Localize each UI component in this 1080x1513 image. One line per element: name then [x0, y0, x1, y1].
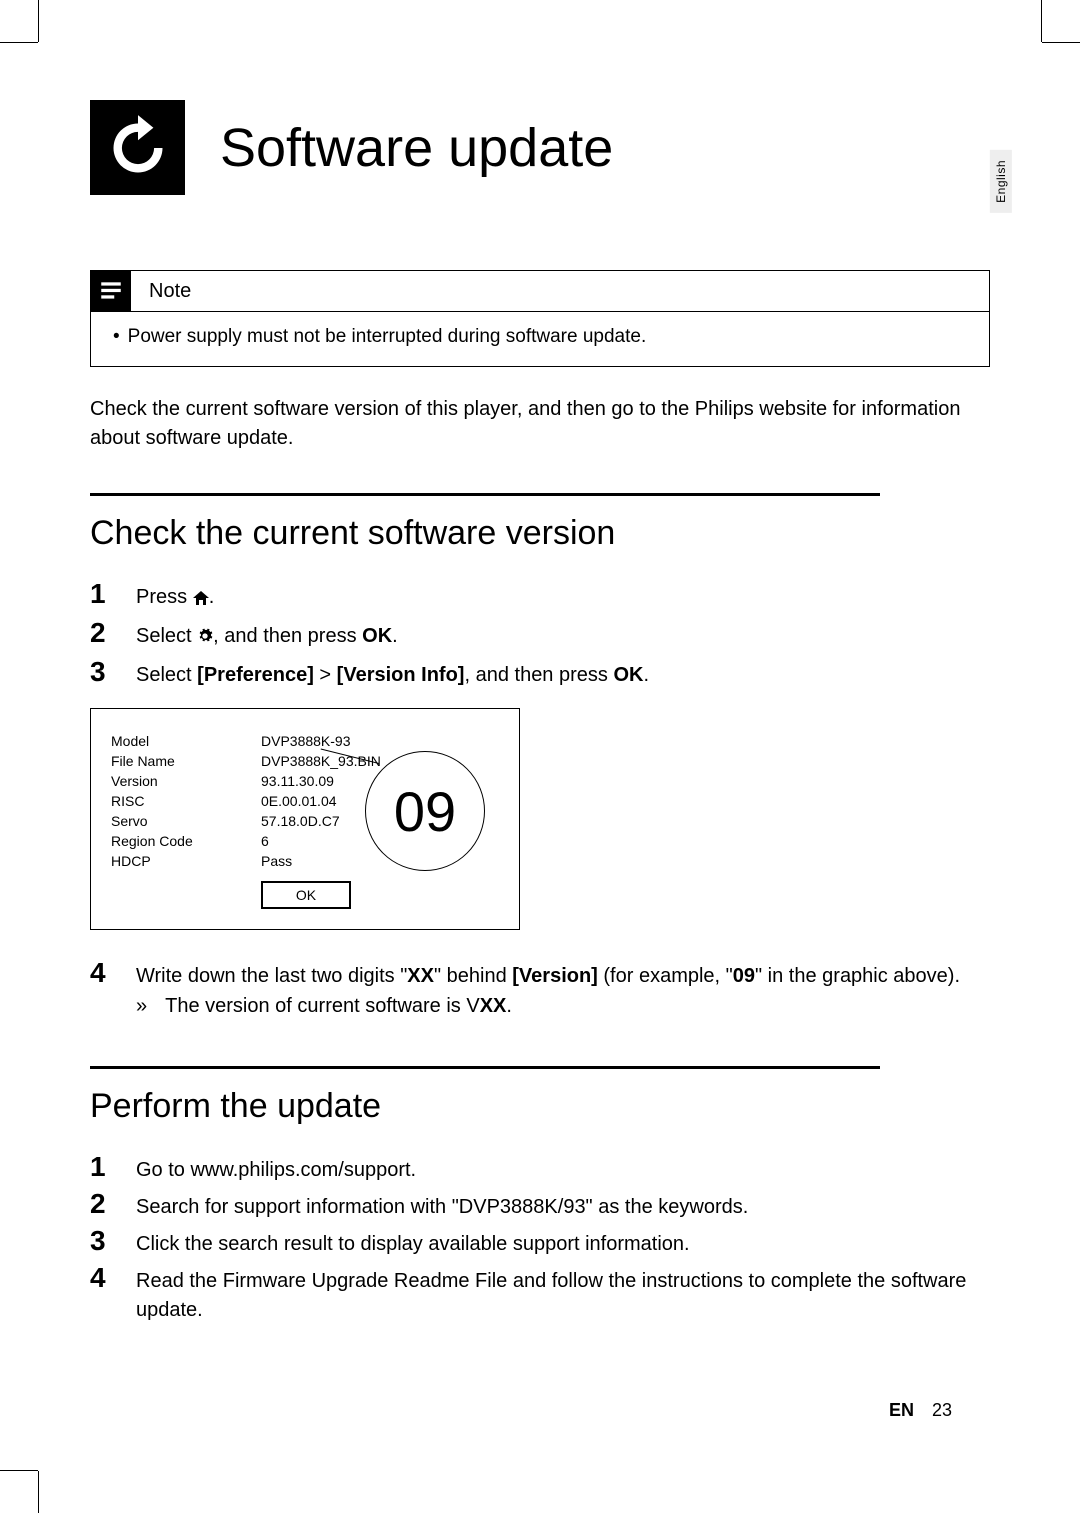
step-text: Go to www.philips.com/support. — [136, 1152, 416, 1185]
ok-button-illustration: OK — [261, 881, 351, 909]
xx-placeholder: XX — [407, 965, 434, 987]
kv-label: Region Code — [111, 833, 261, 849]
section-title-perform-update: Perform the update — [90, 1087, 990, 1126]
step-text: . — [392, 625, 398, 647]
note-body-text: Power supply must not be interrupted dur… — [128, 326, 647, 347]
step-number: 3 — [90, 1226, 114, 1257]
kv-label: RISC — [111, 793, 261, 809]
step-number: 4 — [90, 958, 114, 989]
step-text: (for example, " — [598, 965, 733, 987]
step-text: Select — [136, 664, 197, 686]
section-divider — [90, 1066, 880, 1069]
kv-label: HDCP — [111, 853, 261, 869]
step-text: " in the graphic above). — [755, 965, 960, 987]
language-tab: English — [990, 150, 1012, 213]
step-text: Select — [136, 625, 197, 647]
pref-label: [Preference] — [197, 664, 314, 686]
step-text-ok: OK — [362, 625, 392, 647]
step-text: , and then press — [213, 625, 362, 647]
step-number: 2 — [90, 618, 114, 649]
substep-arrow: » — [136, 995, 147, 1018]
kv-label: File Name — [111, 753, 261, 769]
step-text: Read the Firmware Upgrade Readme File an… — [136, 1263, 990, 1325]
gear-icon — [197, 624, 213, 653]
substep-text: . — [506, 995, 512, 1017]
callout-bubble: 09 — [365, 751, 485, 871]
substep-text: The version of current software is V — [165, 995, 480, 1017]
step-text: . — [209, 586, 215, 608]
step-text: " behind — [434, 965, 512, 987]
step-number: 1 — [90, 579, 114, 610]
version-info-screen: 09 ModelDVP3888K-93 File NameDVP3888K_93… — [90, 708, 520, 930]
version-info-label: [Version Info] — [337, 664, 465, 686]
version-label: [Version] — [512, 965, 598, 987]
kv-value: DVP3888K-93 — [261, 733, 499, 749]
example-value: 09 — [733, 965, 755, 987]
section-title-check-version: Check the current software version — [90, 514, 990, 553]
note-box: Note •Power supply must not be interrupt… — [90, 270, 990, 367]
step-text: Search for support information with "DVP… — [136, 1189, 748, 1222]
step-number: 2 — [90, 1189, 114, 1220]
update-icon — [90, 100, 185, 195]
step-number: 4 — [90, 1263, 114, 1294]
xx-placeholder: XX — [480, 995, 507, 1017]
page-title: Software update — [220, 117, 613, 179]
kv-label: Servo — [111, 813, 261, 829]
step-number: 3 — [90, 657, 114, 688]
section-divider — [90, 493, 880, 496]
intro-text: Check the current software version of th… — [90, 395, 990, 453]
home-icon — [193, 585, 209, 614]
step-text-ok: OK — [613, 664, 643, 686]
step-text: Press — [136, 586, 193, 608]
step-text: > — [314, 664, 337, 686]
step-text: , and then press — [464, 664, 613, 686]
step-number: 1 — [90, 1152, 114, 1183]
note-label: Note — [149, 280, 191, 303]
kv-label: Model — [111, 733, 261, 749]
note-icon — [91, 271, 131, 311]
footer-page-number: 23 — [932, 1400, 952, 1421]
step-text: Click the search result to display avail… — [136, 1226, 690, 1259]
footer-lang: EN — [889, 1400, 914, 1421]
step-text: Write down the last two digits " — [136, 965, 407, 987]
page-footer: EN 23 — [889, 1400, 952, 1421]
step-text: . — [643, 664, 649, 686]
kv-label: Version — [111, 773, 261, 789]
